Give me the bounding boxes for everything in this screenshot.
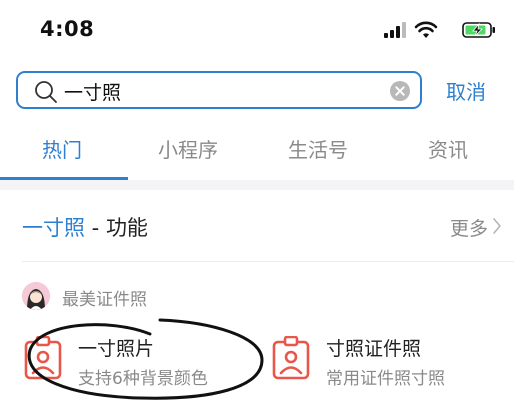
function-section-header: 一寸照 - 功能 更多 xyxy=(0,190,514,260)
result-item-inch-id-photo[interactable]: 寸照证件照 常用证件照寸照 xyxy=(272,332,502,392)
battery-charging-icon xyxy=(462,22,495,38)
section-title: 一寸照 - 功能 xyxy=(22,212,148,242)
search-bar: 取消 xyxy=(0,68,514,114)
section-keyword: 一寸照 xyxy=(22,216,85,240)
search-input[interactable] xyxy=(64,75,384,107)
status-bar: 4:08 xyxy=(0,0,514,60)
section-label: 功能 xyxy=(105,216,148,240)
search-icon xyxy=(35,81,57,103)
tab-hot[interactable]: 热门 xyxy=(42,134,82,163)
divider-line xyxy=(22,261,514,262)
tab-life-accounts[interactable]: 生活号 xyxy=(288,134,348,163)
result-subtitle: 支持6种背景颜色 xyxy=(78,369,208,389)
avatar xyxy=(22,282,50,310)
tab-bar: 热门 小程序 生活号 资讯 xyxy=(0,124,514,180)
chevron-right-icon[interactable] xyxy=(492,217,502,235)
result-title: 寸照证件照 xyxy=(326,338,422,360)
section-divider xyxy=(0,180,514,190)
tab-mini-programs[interactable]: 小程序 xyxy=(158,134,218,163)
result-title: 一寸照片 xyxy=(78,338,155,360)
result-item-one-inch-photo[interactable]: 一寸照片 支持6种背景颜色 xyxy=(24,332,254,392)
provider-name: 最美证件照 xyxy=(62,290,147,310)
status-time: 4:08 xyxy=(40,17,95,41)
search-field-container[interactable] xyxy=(16,71,422,109)
id-photo-icon xyxy=(24,336,62,380)
clear-icon[interactable] xyxy=(390,81,410,101)
wifi-icon xyxy=(414,21,438,38)
cellular-signal-icon xyxy=(384,22,406,38)
status-icons xyxy=(376,21,496,42)
tab-news[interactable]: 资讯 xyxy=(428,134,468,163)
result-subtitle: 常用证件照寸照 xyxy=(326,369,445,389)
cancel-button[interactable]: 取消 xyxy=(446,76,486,105)
avatar-girl-icon xyxy=(22,282,50,310)
id-photo-icon xyxy=(272,336,310,380)
section-separator: - xyxy=(85,216,106,240)
more-link[interactable]: 更多 xyxy=(450,214,488,241)
